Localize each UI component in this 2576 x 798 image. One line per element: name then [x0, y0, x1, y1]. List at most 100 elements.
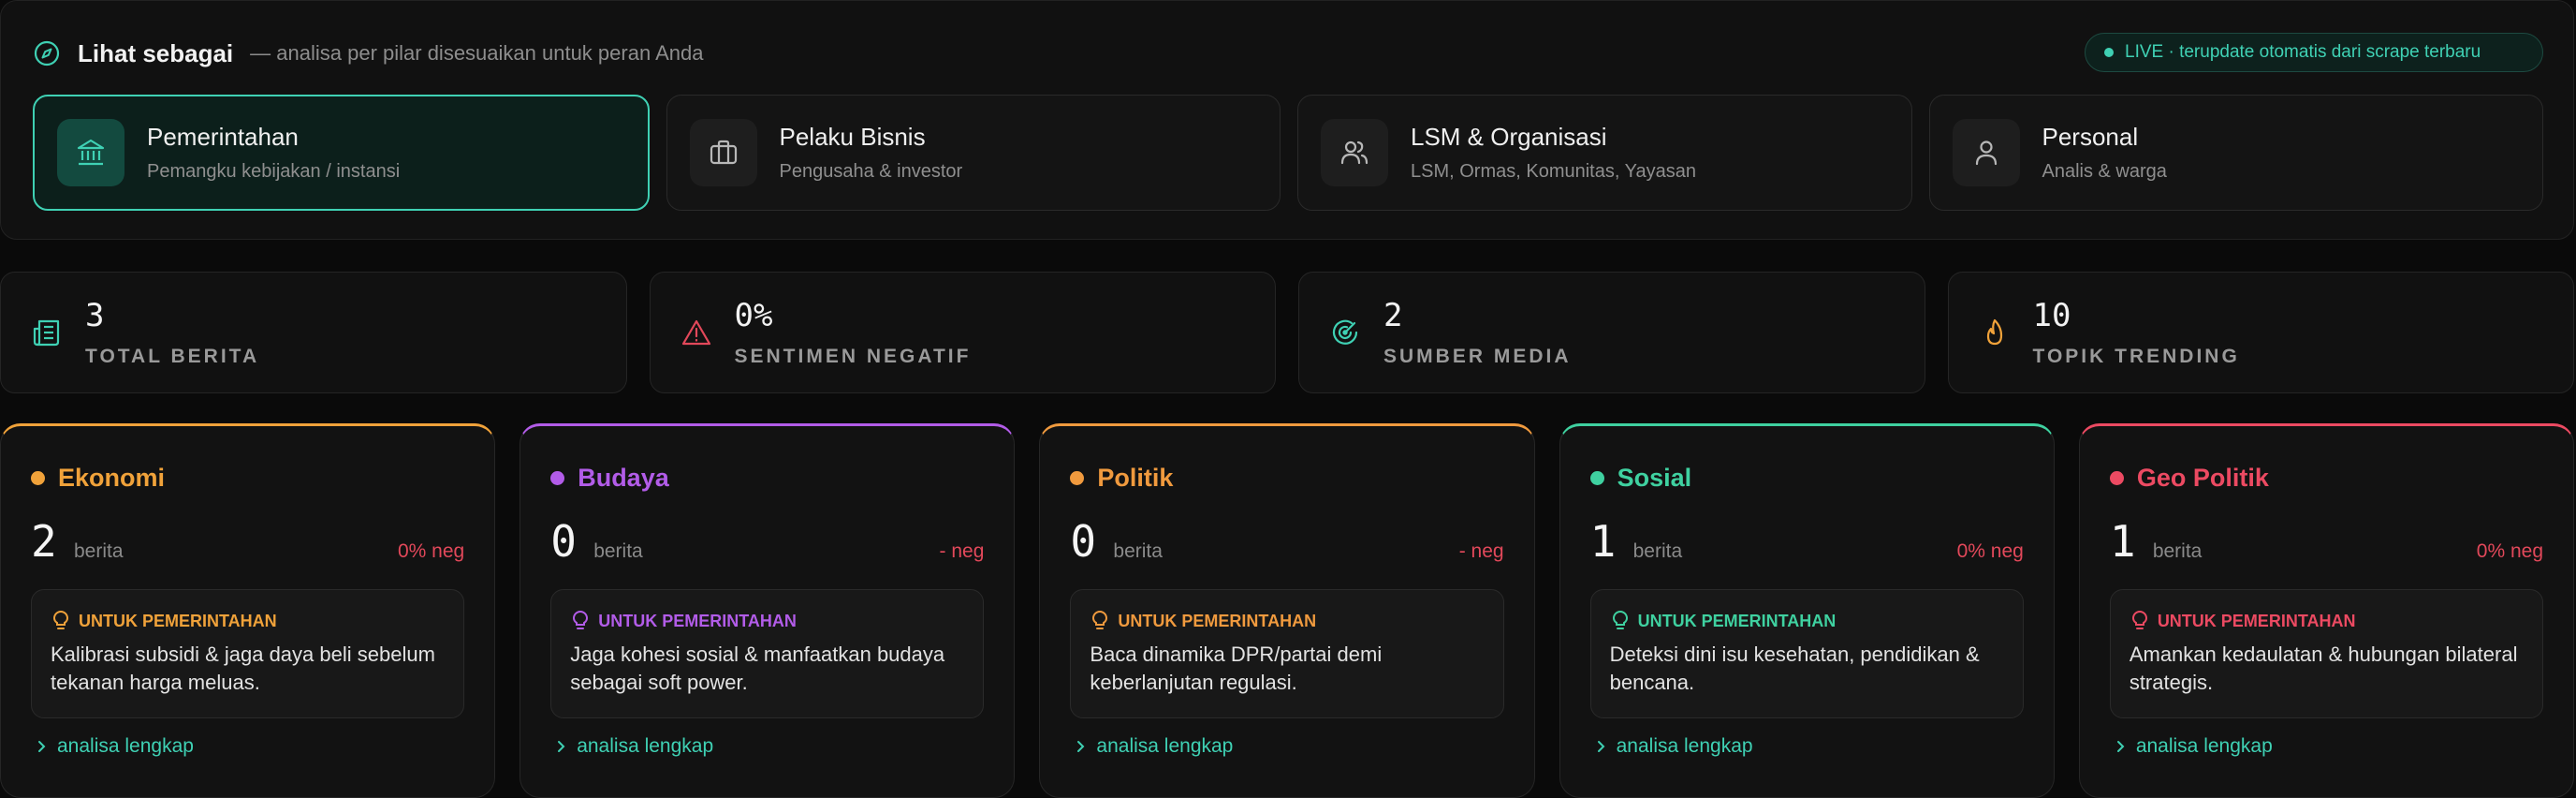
pillar-card-geo-politik: Geo Politik 1 berita 0% neg UNTUK PEMERI…	[2078, 423, 2575, 798]
analisa-lengkap-label: analisa lengkap	[2135, 735, 2273, 757]
stat-sumber-media: 2 SUMBER MEDIA	[1298, 272, 1925, 393]
analisa-lengkap-label: analisa lengkap	[1616, 735, 1753, 757]
recommendation-header: UNTUK PEMERINTAHAN	[1612, 611, 1837, 631]
pillar-dot-icon	[1070, 471, 1085, 485]
stat-value: 3	[85, 297, 105, 334]
pillar-title: Geo Politik	[2109, 464, 2269, 493]
analisa-lengkap-link[interactable]: analisa lengkap	[2115, 735, 2273, 758]
role-name: LSM & Organisasi	[1411, 123, 1607, 151]
pillar-title: Ekonomi	[31, 464, 165, 493]
role-name: Pelaku Bisnis	[779, 123, 926, 151]
pillar-dot-icon	[550, 471, 565, 485]
pillar-count: 0	[1070, 516, 1097, 567]
stat-value: 2	[1383, 297, 1403, 334]
pillar-card-politik: Politik 0 berita - neg UNTUK PEMERINTAHA…	[1039, 423, 1535, 798]
role-description: Pemangku kebijakan / instansi	[147, 161, 401, 182]
user-icon	[1952, 119, 2020, 186]
chevron-right-icon	[38, 741, 46, 752]
pillar-card-sosial: Sosial 1 berita 0% neg UNTUK PEMERINTAHA…	[1559, 423, 2055, 798]
pillar-recommendation: UNTUK PEMERINTAHAN Jaga kohesi sosial & …	[550, 589, 985, 718]
recommendation-text: Amankan kedaulatan & hubungan bilateral …	[2129, 643, 2518, 694]
stat-value: 10	[2032, 297, 2071, 334]
radar-icon	[1332, 319, 1358, 345]
role-option-personal[interactable]: Personal Analis & warga	[1928, 95, 2543, 211]
government-building-icon	[57, 119, 124, 186]
pillar-count-unit: berita	[2152, 540, 2203, 562]
chevron-right-icon	[558, 741, 565, 752]
recommendation-label: UNTUK PEMERINTAHAN	[1118, 611, 1317, 630]
newspaper-icon	[33, 319, 60, 347]
chevron-right-icon	[1077, 741, 1085, 752]
pillar-dot-icon	[31, 471, 45, 485]
lightbulb-icon	[2131, 611, 2147, 629]
lightbulb-icon	[1612, 611, 1628, 629]
analisa-lengkap-link[interactable]: analisa lengkap	[556, 735, 713, 758]
lightbulb-icon	[52, 611, 69, 629]
chevron-right-icon	[2116, 741, 2125, 752]
pillar-name: Geo Politik	[2136, 464, 2269, 492]
recommendation-label: UNTUK PEMERINTAHAN	[79, 611, 277, 630]
pillar-count: 1	[1589, 516, 1617, 567]
briefcase-icon	[689, 119, 757, 186]
pillar-title: Sosial	[1589, 464, 1692, 493]
recommendation-label: UNTUK PEMERINTAHAN	[598, 611, 797, 630]
stats-row: 3 TOTAL BERITA 0% SENTIMEN NEGATIF 2 SUM…	[0, 272, 2574, 393]
users-icon	[1321, 119, 1388, 186]
stat-topik-trending: 10 TOPIK TRENDING	[1947, 272, 2574, 393]
recommendation-header: UNTUK PEMERINTAHAN	[572, 611, 797, 631]
analisa-lengkap-link[interactable]: analisa lengkap	[1076, 735, 1233, 758]
stat-value: 0%	[734, 297, 773, 334]
analisa-lengkap-link[interactable]: analisa lengkap	[37, 735, 194, 758]
stat-sentimen-negatif: 0% SENTIMEN NEGATIF	[649, 272, 1276, 393]
pillar-count: 1	[2109, 516, 2136, 567]
pillar-count-unit: berita	[1632, 540, 1683, 562]
role-description: LSM, Ormas, Komunitas, Yayasan	[1411, 161, 1696, 182]
stat-label: SENTIMEN NEGATIF	[734, 346, 972, 367]
role-option-pelaku-bisnis[interactable]: Pelaku Bisnis Pengusaha & investor	[666, 95, 1281, 211]
analisa-lengkap-label: analisa lengkap	[577, 735, 714, 757]
role-selector-title: Lihat sebagai	[78, 38, 234, 67]
pillar-negative-share: 0% neg	[2476, 540, 2544, 562]
stat-label: TOTAL BERITA	[85, 346, 260, 367]
analisa-lengkap-label: analisa lengkap	[57, 735, 194, 757]
role-name: Personal	[2042, 123, 2139, 151]
lightbulb-icon	[573, 611, 589, 629]
pillar-name: Sosial	[1617, 464, 1692, 492]
pillar-name: Ekonomi	[58, 464, 166, 492]
recommendation-text: Deteksi dini isu kesehatan, pendidikan &…	[1609, 643, 1980, 694]
role-selector-subtitle: — analisa per pilar disesuaikan untuk pe…	[250, 41, 704, 65]
recommendation-text: Jaga kohesi sosial & manfaatkan budaya s…	[570, 643, 945, 694]
recommendation-text: Baca dinamika DPR/partai demi keberlanju…	[1090, 643, 1383, 694]
recommendation-label: UNTUK PEMERINTAHAN	[2157, 611, 2356, 630]
pillar-count: 2	[31, 516, 57, 567]
pillar-negative-share: - neg	[939, 540, 985, 562]
pillar-card-ekonomi: Ekonomi 2 berita 0% neg UNTUK PEMERINTAH…	[0, 423, 496, 798]
warning-icon	[681, 319, 710, 346]
compass-icon	[34, 40, 60, 66]
pillar-count-unit: berita	[593, 540, 643, 562]
flame-icon	[1986, 318, 2002, 346]
pillar-cards: Ekonomi 2 berita 0% neg UNTUK PEMERINTAH…	[0, 423, 2575, 798]
recommendation-header: UNTUK PEMERINTAHAN	[52, 611, 277, 631]
pillar-dot-icon	[1589, 471, 1604, 485]
pillar-recommendation: UNTUK PEMERINTAHAN Amankan kedaulatan & …	[2109, 589, 2544, 718]
lightbulb-icon	[1092, 611, 1108, 629]
pillar-count-unit: berita	[1113, 540, 1163, 562]
chevron-right-icon	[1597, 741, 1605, 752]
role-option-lsm-organisasi[interactable]: LSM & Organisasi LSM, Ormas, Komunitas, …	[1297, 95, 1912, 211]
pillar-title: Budaya	[550, 464, 669, 493]
analisa-lengkap-link[interactable]: analisa lengkap	[1596, 735, 1753, 758]
recommendation-label: UNTUK PEMERINTAHAN	[1637, 611, 1837, 630]
pillar-count: 0	[550, 516, 577, 567]
pillar-recommendation: UNTUK PEMERINTAHAN Baca dinamika DPR/par…	[1070, 589, 1504, 718]
role-options: Pemerintahan Pemangku kebijakan / instan…	[33, 95, 2543, 211]
role-option-pemerintahan[interactable]: Pemerintahan Pemangku kebijakan / instan…	[33, 95, 650, 211]
pillar-recommendation: UNTUK PEMERINTAHAN Kalibrasi subsidi & j…	[31, 589, 465, 718]
pillar-negative-share: - neg	[1458, 540, 1504, 562]
pillar-dot-icon	[2109, 471, 2124, 485]
pillar-negative-share: 0% neg	[1956, 540, 2024, 562]
recommendation-header: UNTUK PEMERINTAHAN	[1091, 611, 1316, 631]
pillar-recommendation: UNTUK PEMERINTAHAN Deteksi dini isu kese…	[1589, 589, 2024, 718]
role-selector-panel: Lihat sebagai — analisa per pilar disesu…	[0, 0, 2574, 240]
stat-label: TOPIK TRENDING	[2032, 346, 2240, 367]
